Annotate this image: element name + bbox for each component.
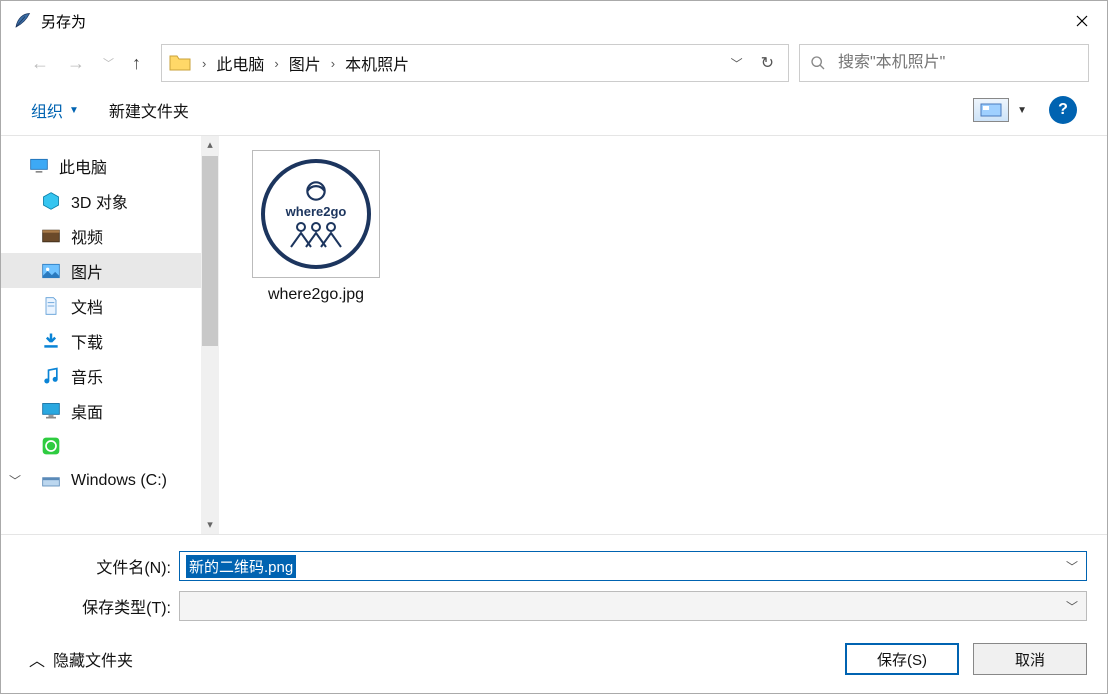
view-icon — [980, 103, 1002, 117]
cube-icon — [41, 191, 61, 211]
window-title: 另存为 — [41, 11, 86, 32]
sidebar-item-drive-c[interactable]: ﹀ Windows (C:) — [1, 463, 219, 498]
sidebar-item-this-pc[interactable]: 此电脑 — [1, 148, 219, 183]
chevron-right-icon: › — [270, 56, 282, 71]
sidebar-item-label: 图片 — [71, 259, 103, 283]
breadcrumb-item[interactable]: 图片 — [289, 51, 321, 75]
nav-row: ← → ﹀ ↑ › 此电脑 › 图片 › 本机照片 ﹀ ↻ — [1, 41, 1107, 85]
view-mode-dropdown[interactable]: ▼ — [1009, 105, 1035, 116]
recent-dropdown[interactable]: ﹀ — [103, 55, 114, 71]
search-box[interactable] — [799, 44, 1089, 82]
close-icon — [1076, 15, 1088, 27]
scroll-up-arrow[interactable]: ▴ — [207, 136, 213, 154]
filetype-label: 保存类型(T): — [21, 594, 171, 618]
chevron-down-icon: ▼ — [69, 105, 79, 116]
search-input[interactable] — [836, 53, 1078, 73]
app-icon — [13, 12, 31, 30]
chevron-up-icon: ︿ — [29, 647, 45, 671]
filename-value[interactable]: 新的二维码.png — [186, 555, 296, 578]
help-button[interactable]: ? — [1049, 96, 1077, 124]
nav-arrows: ← → ﹀ ↑ — [31, 53, 141, 74]
pc-icon — [29, 156, 49, 176]
organize-menu[interactable]: 组织 ▼ — [31, 98, 79, 122]
sidebar-scrollbar[interactable]: ▴ ▾ — [201, 136, 219, 534]
titlebar: 另存为 — [1, 1, 1107, 41]
back-button[interactable]: ← — [31, 53, 49, 74]
music-icon — [41, 366, 61, 386]
drive-icon — [41, 471, 61, 491]
sidebar-item-label: 音乐 — [71, 364, 103, 388]
chevron-down-icon[interactable]: ﹀ — [1066, 558, 1078, 575]
command-row: 组织 ▼ 新建文件夹 ▼ ? — [1, 85, 1107, 135]
sidebar-item-label: 下载 — [71, 329, 103, 353]
sidebar-item-videos[interactable]: 视频 — [1, 218, 219, 253]
hide-folders-toggle[interactable]: ︿ 隐藏文件夹 — [29, 647, 133, 671]
new-folder-button[interactable]: 新建文件夹 — [109, 98, 189, 122]
sidebar-item-label: 文档 — [71, 294, 103, 318]
address-bar[interactable]: › 此电脑 › 图片 › 本机照片 ﹀ ↻ — [161, 44, 789, 82]
sidebar-item-desktop[interactable]: 桌面 — [1, 393, 219, 428]
cancel-button[interactable]: 取消 — [973, 643, 1087, 675]
close-button[interactable] — [1057, 1, 1107, 41]
sidebar-item-pictures[interactable]: 图片 — [1, 253, 219, 288]
app-green-icon — [41, 436, 61, 456]
sidebar-item-label: 视频 — [71, 224, 103, 248]
sidebar-item-label: 此电脑 — [59, 154, 107, 178]
chevron-right-icon: › — [198, 56, 210, 71]
breadcrumb-item[interactable]: 此电脑 — [216, 51, 264, 75]
footer-row: ︿ 隐藏文件夹 保存(S) 取消 — [1, 629, 1107, 693]
logo-people-icon — [286, 219, 346, 249]
bottom-panel: 文件名(N): 新的二维码.png ﹀ 保存类型(T): ﹀ — [1, 534, 1107, 629]
save-as-dialog: 另存为 ← → ﹀ ↑ › 此电脑 › 图片 › 本机照片 ﹀ ↻ — [0, 0, 1108, 694]
sidebar-item-documents[interactable]: 文档 — [1, 288, 219, 323]
scroll-down-arrow[interactable]: ▾ — [207, 516, 213, 534]
search-icon — [810, 55, 826, 71]
address-dropdown[interactable]: ﹀ — [731, 55, 743, 72]
file-tile[interactable]: where2go where2go.jpg — [241, 150, 391, 304]
middle-area: 此电脑 3D 对象 视频 图片 文档 下载 — [1, 135, 1107, 534]
hide-folders-label: 隐藏文件夹 — [53, 647, 133, 671]
sidebar-item-downloads[interactable]: 下载 — [1, 323, 219, 358]
sidebar-item-3d-objects[interactable]: 3D 对象 — [1, 183, 219, 218]
filename-label: 文件名(N): — [21, 554, 171, 578]
sidebar-item-label: 桌面 — [71, 399, 103, 423]
doc-icon — [41, 296, 61, 316]
refresh-button[interactable]: ↻ — [761, 53, 774, 73]
file-content-area[interactable]: where2go where2go.jpg — [219, 136, 1107, 534]
sidebar-item-label: Windows (C:) — [71, 472, 167, 490]
file-thumbnail: where2go — [252, 150, 380, 278]
sidebar-item-label: 3D 对象 — [71, 189, 128, 213]
view-mode-button[interactable] — [973, 98, 1009, 122]
forward-button[interactable]: → — [67, 53, 85, 74]
organize-label: 组织 — [31, 98, 63, 122]
filename-row: 文件名(N): 新的二维码.png ﹀ — [21, 551, 1087, 581]
chevron-right-icon: › — [327, 56, 339, 71]
filename-combo[interactable]: 新的二维码.png ﹀ — [179, 551, 1087, 581]
picture-icon — [41, 261, 61, 281]
chevron-down-icon[interactable]: ﹀ — [9, 472, 21, 489]
filetype-row: 保存类型(T): ﹀ — [21, 591, 1087, 621]
up-button[interactable]: ↑ — [132, 53, 141, 74]
sidebar-item-music[interactable]: 音乐 — [1, 358, 219, 393]
download-icon — [41, 331, 61, 351]
sidebar: 此电脑 3D 对象 视频 图片 文档 下载 — [1, 136, 219, 534]
breadcrumb-item[interactable]: 本机照片 — [345, 51, 409, 75]
logo-globe-icon — [303, 180, 329, 202]
save-button[interactable]: 保存(S) — [845, 643, 959, 675]
file-label: where2go.jpg — [241, 286, 391, 304]
desktop-icon — [41, 401, 61, 421]
scroll-thumb[interactable] — [202, 156, 218, 346]
thumb-text: where2go — [286, 204, 347, 219]
folder-icon — [168, 51, 192, 75]
sidebar-item-app[interactable] — [1, 428, 219, 463]
video-icon — [41, 226, 61, 246]
filetype-combo[interactable]: ﹀ — [179, 591, 1087, 621]
chevron-down-icon[interactable]: ﹀ — [1066, 598, 1078, 615]
